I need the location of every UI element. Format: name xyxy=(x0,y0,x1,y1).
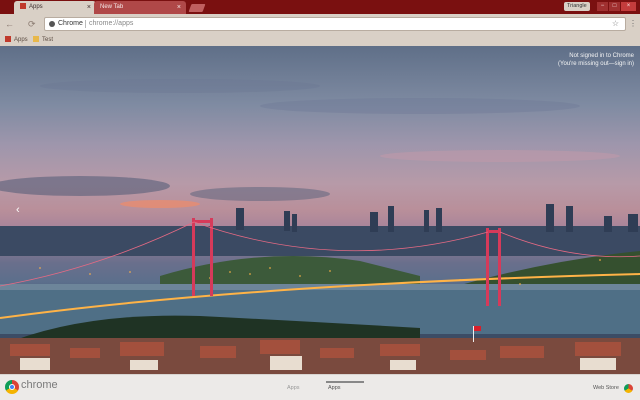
web-store-link[interactable]: Web Store xyxy=(593,385,619,391)
apps-grid-icon xyxy=(20,3,26,9)
page-switcher-apps[interactable]: Apps xyxy=(287,385,300,391)
previous-page-arrow[interactable]: ‹ xyxy=(16,204,20,216)
tab-title: New Tab xyxy=(100,4,124,10)
close-window-button[interactable]: × xyxy=(621,2,636,11)
omnibox-divider xyxy=(85,20,86,28)
apps-grid-icon xyxy=(5,36,11,42)
apps-footer: chrome Apps Apps Web Store xyxy=(0,374,640,400)
active-page-indicator xyxy=(326,381,364,383)
new-tab-button[interactable] xyxy=(188,4,206,12)
folder-icon xyxy=(33,36,39,42)
signin-prompt[interactable]: Not signed in to Chrome (You're missing … xyxy=(558,52,634,68)
chrome-wordmark: chrome xyxy=(21,379,58,391)
bookmark-test-folder[interactable]: Test xyxy=(33,36,53,44)
minimize-button[interactable]: − xyxy=(597,2,608,11)
tab-title: Apps xyxy=(29,4,43,10)
omnibox[interactable]: Chrome chrome://apps ☆ xyxy=(44,17,626,31)
bookmarks-bar: Apps Test xyxy=(0,34,640,46)
theme-background-image xyxy=(0,79,640,374)
omnibox-url[interactable]: chrome://apps xyxy=(89,18,133,30)
apps-page: Not signed in to Chrome (You're missing … xyxy=(0,46,640,374)
tab-new-tab[interactable]: New Tab × xyxy=(94,1,186,14)
back-button[interactable]: ← xyxy=(5,18,14,30)
page-switcher-apps-active[interactable]: Apps xyxy=(328,385,341,391)
bookmark-label: Apps xyxy=(14,37,28,43)
chrome-logo-icon xyxy=(5,380,19,394)
close-tab-icon[interactable]: × xyxy=(177,1,181,14)
bookmark-apps[interactable]: Apps xyxy=(5,36,28,44)
web-store-icon[interactable] xyxy=(624,384,633,393)
profile-button[interactable]: Triangle xyxy=(564,2,590,11)
signin-line-2[interactable]: (You're missing out—sign in) xyxy=(558,60,634,68)
maximize-button[interactable]: □ xyxy=(609,2,620,11)
chrome-page-icon xyxy=(49,21,55,27)
close-tab-icon[interactable]: × xyxy=(87,1,91,14)
bookmark-star-icon[interactable]: ☆ xyxy=(612,18,619,30)
signin-line-1: Not signed in to Chrome xyxy=(569,53,634,59)
toolbar: ← ⟳ Chrome chrome://apps ☆ ⋮ xyxy=(0,14,640,34)
tab-apps[interactable]: Apps × xyxy=(14,1,96,14)
title-bar: Apps × New Tab × Triangle − □ × xyxy=(0,0,640,14)
reload-button[interactable]: ⟳ xyxy=(28,18,36,30)
omnibox-label: Chrome xyxy=(58,20,83,27)
bookmark-label: Test xyxy=(42,37,54,43)
menu-button[interactable]: ⋮ xyxy=(629,18,637,30)
